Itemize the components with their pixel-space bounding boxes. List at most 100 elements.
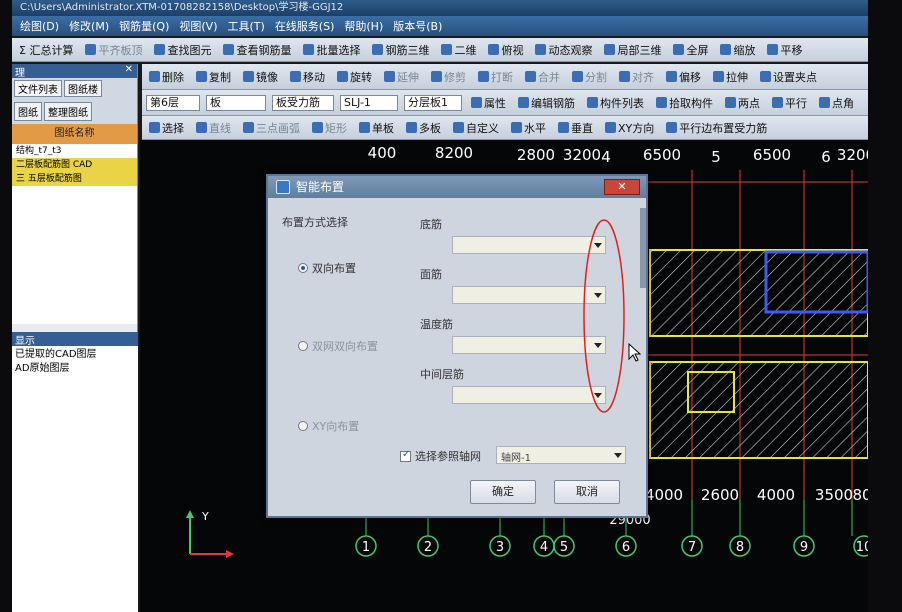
- pan-button[interactable]: 平移: [764, 41, 805, 59]
- close-button[interactable]: ✕: [604, 179, 640, 195]
- break-button[interactable]: 打断: [475, 68, 516, 86]
- list-item[interactable]: 已提取的CAD图层: [15, 348, 135, 362]
- mouse-cursor-icon: [628, 343, 642, 362]
- list-item[interactable]: 二层板配筋图 CAD: [12, 158, 137, 172]
- horizontal-button[interactable]: 水平: [508, 119, 549, 137]
- view-2d-button[interactable]: 二维: [438, 41, 479, 59]
- category-select[interactable]: 板受力筋: [272, 94, 334, 111]
- arc-button[interactable]: 三点画弧: [240, 119, 303, 137]
- split-button[interactable]: 分割: [569, 68, 610, 86]
- horizontal-icon: [511, 122, 522, 133]
- list-item[interactable]: AD原始图层: [15, 362, 135, 376]
- rebar-icon: [223, 44, 235, 55]
- point-angle-button[interactable]: 点角: [816, 94, 857, 112]
- set-grip-button[interactable]: 设置夹点: [757, 68, 820, 86]
- radio-xy-direction[interactable]: XY向布置: [298, 418, 359, 434]
- orbit-icon: [535, 44, 547, 55]
- edit-rebar-button[interactable]: 编辑钢筋: [515, 94, 578, 112]
- two-points-button[interactable]: 两点: [722, 94, 763, 112]
- mirror-button[interactable]: 镜像: [240, 68, 281, 86]
- menu-rebar-quantity[interactable]: 钢筋量(Q): [119, 18, 169, 34]
- app-icon: [276, 180, 290, 194]
- dimension-label: 4000: [757, 486, 795, 504]
- zoom-button[interactable]: 缩放: [717, 41, 758, 59]
- rebar-3d-button[interactable]: 钢筋三维: [369, 41, 432, 59]
- drawing-button[interactable]: 图纸: [14, 102, 42, 121]
- split-icon: [572, 71, 583, 82]
- type-select[interactable]: 板: [206, 94, 266, 111]
- menu-online-service[interactable]: 在线服务(S): [275, 18, 335, 34]
- slab-hatch: [649, 249, 868, 459]
- parallel-button[interactable]: 平行: [769, 94, 810, 112]
- radio-double-net[interactable]: 双网双向布置: [298, 338, 378, 354]
- batch-select-button[interactable]: 批量选择: [300, 41, 363, 59]
- layer-select[interactable]: 分层板1: [404, 94, 462, 111]
- properties-button[interactable]: 属性: [468, 94, 509, 112]
- fullscreen-button[interactable]: 全屏: [670, 41, 711, 59]
- cancel-button[interactable]: 取消: [554, 480, 620, 504]
- top-view-button[interactable]: 俯视: [485, 41, 526, 59]
- menu-view[interactable]: 视图(V): [179, 18, 217, 34]
- move-button[interactable]: 移动: [287, 68, 328, 86]
- trim-button[interactable]: 修剪: [428, 68, 469, 86]
- stretch-button[interactable]: 拉伸: [710, 68, 751, 86]
- pick-icon: [656, 97, 667, 108]
- align-icon: [85, 44, 97, 55]
- align-slab-top-button[interactable]: 平齐板顶: [82, 41, 145, 59]
- orbit-button[interactable]: 动态观察: [532, 41, 595, 59]
- pick-component-button[interactable]: 拾取构件: [653, 94, 716, 112]
- calc-summary-button[interactable]: Σ 汇总计算: [16, 41, 76, 59]
- dialog-body: 布置方式选择 双向布置 双网双向布置 XY向布置 底筋 面筋 温度筋 中间层筋 …: [276, 206, 640, 512]
- code-select[interactable]: SLJ-1: [340, 94, 398, 111]
- rotate-button[interactable]: 旋转: [334, 68, 375, 86]
- ok-button[interactable]: 确定: [470, 480, 536, 504]
- pin-icon[interactable]: ✕: [125, 64, 133, 78]
- multi-slab-button[interactable]: 多板: [403, 119, 444, 137]
- reference-axis-checkbox[interactable]: 选择参照轴网: [400, 448, 481, 464]
- menu-help[interactable]: 帮助(H): [344, 18, 383, 34]
- two-points-icon: [725, 97, 736, 108]
- dialog-scrollbar[interactable]: [640, 208, 646, 288]
- arrow-icon: [149, 122, 160, 133]
- menu-modify[interactable]: 修改(M): [69, 18, 109, 34]
- xy-direction-button[interactable]: XY方向: [602, 119, 657, 137]
- single-slab-button[interactable]: 单板: [356, 119, 397, 137]
- tab-drawing-floor[interactable]: 图纸楼: [64, 80, 102, 97]
- view-rebar-qty-button[interactable]: 查看钢筋量: [220, 41, 294, 59]
- axis-grid-select[interactable]: 轴网-1: [496, 446, 626, 464]
- menu-tools[interactable]: 工具(T): [228, 18, 265, 34]
- menu-version[interactable]: 版本号(B): [393, 18, 442, 34]
- custom-icon: [453, 122, 464, 133]
- list-item[interactable]: 结构_t7_t3: [12, 144, 137, 158]
- list-item[interactable]: 三 五层板配筋图: [12, 172, 137, 186]
- vertical-button[interactable]: 垂直: [555, 119, 596, 137]
- dimension-label: 8200: [435, 144, 473, 162]
- component-list-button[interactable]: 构件列表: [584, 94, 647, 112]
- delete-button[interactable]: 删除: [146, 68, 187, 86]
- merge-button[interactable]: 合并: [522, 68, 563, 86]
- line-button[interactable]: 直线: [193, 119, 234, 137]
- dimension-label: 4: [601, 148, 611, 166]
- extend-button[interactable]: 延伸: [381, 68, 422, 86]
- axis-label: 7: [688, 540, 696, 555]
- tab-file-list[interactable]: 文件列表: [14, 80, 62, 97]
- select-button[interactable]: 选择: [146, 119, 187, 137]
- line-icon: [196, 122, 207, 133]
- 2d-icon: [441, 44, 453, 55]
- radio-bidirectional[interactable]: 双向布置: [298, 260, 356, 276]
- axis-label: 9: [800, 540, 808, 555]
- parallel-edge-rebar-button[interactable]: 平行边布置受力筋: [663, 119, 770, 137]
- rectangle-button[interactable]: 矩形: [309, 119, 350, 137]
- copy-button[interactable]: 复制: [193, 68, 234, 86]
- align-button[interactable]: 对齐: [616, 68, 657, 86]
- organize-drawings-button[interactable]: 整理图纸: [44, 102, 92, 121]
- custom-button[interactable]: 自定义: [450, 119, 502, 137]
- offset-button[interactable]: 偏移: [663, 68, 704, 86]
- chevron-down-icon: [614, 453, 622, 458]
- fullscreen-icon: [673, 44, 685, 55]
- menu-draw[interactable]: 绘图(D): [20, 18, 59, 34]
- local-3d-button[interactable]: 局部三维: [601, 41, 664, 59]
- floor-select[interactable]: 第6层: [146, 94, 200, 111]
- find-element-button[interactable]: 查找图元: [151, 41, 214, 59]
- multi-slab-icon: [406, 122, 417, 133]
